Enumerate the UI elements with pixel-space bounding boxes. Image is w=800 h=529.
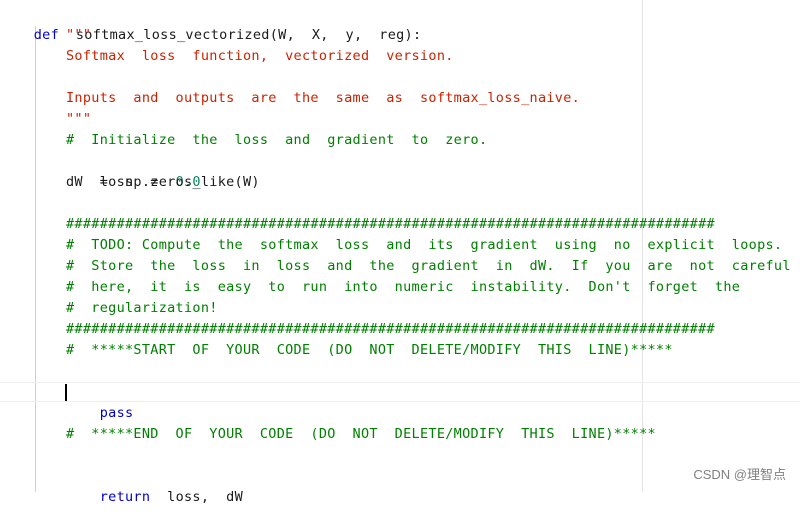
return-values: loss, dW	[150, 489, 244, 505]
comment-initialize[interactable]: # Initialize the loss and gradient to ze…	[66, 130, 487, 151]
comment-here[interactable]: # here, it is easy to run into numeric i…	[66, 277, 740, 298]
comment-hash-rule-bottom[interactable]: ########################################…	[66, 319, 715, 340]
docstring-open[interactable]: """	[66, 25, 91, 46]
code-line-loss-init[interactable]: loss = 0.0	[66, 151, 201, 190]
code-line-pass[interactable]: pass	[66, 382, 133, 421]
docstring-close[interactable]: """	[66, 109, 91, 130]
docstring-line-inputs[interactable]: Inputs and outputs are the same as softm…	[66, 88, 580, 109]
code-line-return[interactable]: return loss, dW	[66, 466, 243, 505]
comment-store[interactable]: # Store the loss in loss and the gradien…	[66, 256, 791, 277]
comment-todo[interactable]: # TODO: Compute the softmax loss and its…	[66, 235, 800, 256]
return-keyword: return	[99, 489, 151, 505]
def-keyword: def	[33, 27, 60, 43]
comment-end-of-code[interactable]: # *****END OF YOUR CODE (DO NOT DELETE/M…	[66, 424, 656, 445]
function-signature-text: softmax_loss_vectorized(W, X, y, reg):	[75, 27, 422, 43]
docstring-line-summary[interactable]: Softmax loss function, vectorized versio…	[66, 46, 454, 67]
pass-keyword: pass	[99, 405, 134, 421]
comment-hash-rule-top[interactable]: ########################################…	[66, 214, 715, 235]
indent-guide	[35, 26, 36, 492]
code-editor[interactable]: def softmax_loss_vectorized(W, X, y, reg…	[0, 0, 800, 505]
watermark-text: CSDN @理智点	[693, 467, 786, 482]
code-line-1[interactable]: def softmax_loss_vectorized(W, X, y, reg…	[0, 4, 421, 43]
text-cursor	[65, 384, 67, 401]
comment-start-of-code[interactable]: # *****START OF YOUR CODE (DO NOT DELETE…	[66, 340, 673, 361]
comment-regularization[interactable]: # regularization!	[66, 298, 218, 319]
code-line-dw-init[interactable]: dW = np.zeros_like(W)	[66, 172, 260, 193]
